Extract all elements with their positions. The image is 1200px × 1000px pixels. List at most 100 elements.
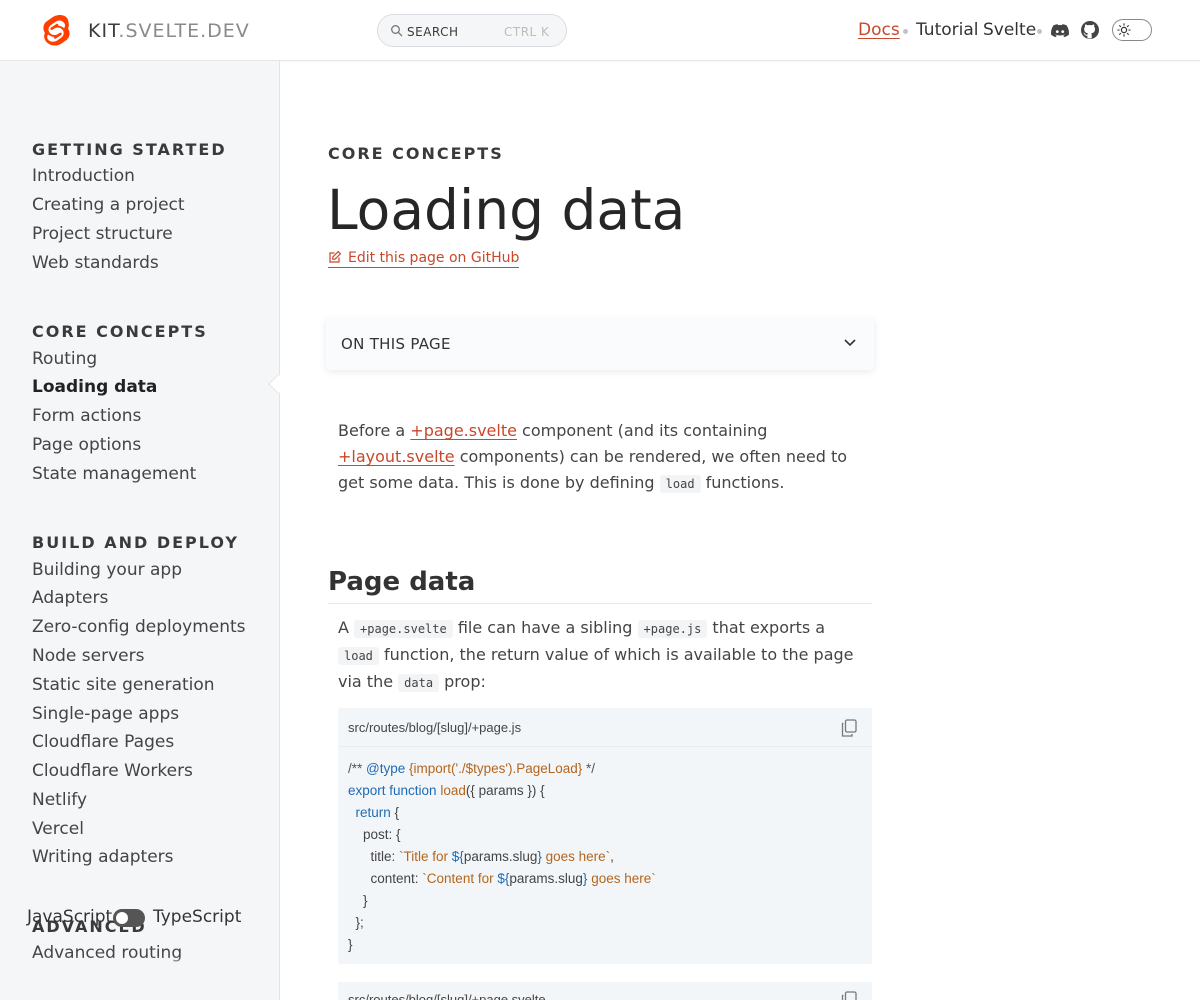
code-token: `Title for xyxy=(399,849,452,864)
code-filename: src/routes/blog/[slug]/+page.svelte xyxy=(348,992,546,1000)
code-token: */ xyxy=(582,761,596,776)
code-token: ${ xyxy=(497,871,510,886)
page-data-paragraph: A +page.svelte file can have a sibling +… xyxy=(338,615,868,696)
sidebar-item-netlify[interactable]: Netlify xyxy=(32,790,87,810)
sidebar-item-cloudflare-pages[interactable]: Cloudflare Pages xyxy=(32,732,174,752)
language-javascript-label[interactable]: JavaScript xyxy=(27,907,112,927)
code-token: params.slug xyxy=(509,871,583,886)
theme-toggle[interactable] xyxy=(1112,19,1152,41)
sidebar-item-page-options[interactable]: Page options xyxy=(32,435,141,455)
top-navigation-bar: KIT.SVELTE.DEV SEARCH CTRL K Docs Tutori… xyxy=(0,0,1200,61)
code-token: { xyxy=(390,805,400,820)
sidebar-item-creating-a-project[interactable]: Creating a project xyxy=(32,195,185,215)
code-token: , xyxy=(610,849,614,864)
code-token: @type xyxy=(366,761,406,776)
code-content: /** @type {import('./$types').PageLoad} … xyxy=(348,758,656,956)
code-token: return xyxy=(348,805,391,820)
sun-icon xyxy=(1117,23,1131,37)
svelte-logo-icon[interactable] xyxy=(42,14,72,48)
code-token: } xyxy=(348,893,368,908)
search-icon xyxy=(391,25,403,37)
sidebar-item-node-servers[interactable]: Node servers xyxy=(32,646,144,666)
page-title: Loading data xyxy=(327,178,686,242)
github-icon[interactable] xyxy=(1080,20,1100,40)
discord-icon[interactable] xyxy=(1050,21,1070,41)
edit-icon xyxy=(329,250,342,263)
copy-icon[interactable] xyxy=(841,719,857,737)
language-typescript-label[interactable]: TypeScript xyxy=(153,907,241,927)
code-token: load xyxy=(436,783,466,798)
sidebar-section-title: BUILD AND DEPLOY xyxy=(32,533,239,552)
sidebar-item-project-structure[interactable]: Project structure xyxy=(32,224,173,244)
code-token: {import('./$types').PageLoad} xyxy=(405,761,583,776)
sidebar-item-introduction[interactable]: Introduction xyxy=(32,166,135,186)
copy-icon[interactable] xyxy=(841,991,857,1000)
on-this-page-label: ON THIS PAGE xyxy=(341,335,451,353)
sidebar-item-loading-data[interactable]: Loading data xyxy=(32,377,157,397)
sidebar-section-title: GETTING STARTED xyxy=(32,140,227,159)
sidebar-item-form-actions[interactable]: Form actions xyxy=(32,406,141,426)
sidebar-item-cloudflare-workers[interactable]: Cloudflare Workers xyxy=(32,761,193,781)
text: prop: xyxy=(439,672,486,691)
sidebar-item-routing[interactable]: Routing xyxy=(32,349,97,369)
code-token: post: { xyxy=(348,827,401,842)
docs-sidebar: GETTING STARTED Introduction Creating a … xyxy=(0,61,280,1000)
code-token: } xyxy=(348,937,353,952)
inline-code: load xyxy=(659,475,701,493)
nav-docs[interactable]: Docs xyxy=(858,20,900,40)
edit-link-text: Edit this page on GitHub xyxy=(348,250,520,266)
code-header-divider xyxy=(338,746,872,747)
nav-separator xyxy=(903,29,908,34)
text: that exports a xyxy=(707,618,826,637)
toggle-knob xyxy=(116,912,128,924)
intro-paragraph: Before a +page.svelte component (and its… xyxy=(338,418,868,497)
code-filename: src/routes/blog/[slug]/+page.js xyxy=(348,720,522,735)
page-svelte-link[interactable]: +page.svelte xyxy=(410,421,517,440)
edit-on-github-link[interactable]: Edit this page on GitHub xyxy=(328,250,520,268)
layout-svelte-link[interactable]: +layout.svelte xyxy=(338,447,455,466)
sidebar-item-zero-config-deployments[interactable]: Zero-config deployments xyxy=(32,617,246,637)
sidebar-item-building-your-app[interactable]: Building your app xyxy=(32,560,182,580)
sidebar-item-vercel[interactable]: Vercel xyxy=(32,819,84,839)
search-shortcut: CTRL K xyxy=(504,25,550,39)
sidebar-item-static-site-generation[interactable]: Static site generation xyxy=(32,675,215,695)
search-label: SEARCH xyxy=(407,25,459,39)
code-token: export function xyxy=(348,783,437,798)
text: functions. xyxy=(700,473,785,492)
inline-code: load xyxy=(338,647,379,665)
brand-main-text: KIT xyxy=(88,20,119,42)
nav-separator xyxy=(1037,29,1042,34)
code-token: ${ xyxy=(451,849,464,864)
sidebar-item-writing-adapters[interactable]: Writing adapters xyxy=(32,847,174,867)
inline-code: +page.js xyxy=(637,620,708,638)
code-token: ({ params }) { xyxy=(465,783,545,798)
inline-code: +page.svelte xyxy=(354,620,453,638)
search-box[interactable]: SEARCH CTRL K xyxy=(377,14,567,47)
text: Before a xyxy=(338,421,411,440)
sidebar-item-adapters[interactable]: Adapters xyxy=(32,588,108,608)
language-switcher xyxy=(0,956,279,1000)
code-token: goes here` xyxy=(541,849,611,864)
sidebar-item-state-management[interactable]: State management xyxy=(32,464,196,484)
sidebar-item-web-standards[interactable]: Web standards xyxy=(32,253,159,273)
code-token: title: xyxy=(348,849,400,864)
text: file can have a sibling xyxy=(452,618,638,637)
text: component (and its containing xyxy=(516,421,768,440)
code-block: src/routes/blog/[slug]/+page.js /** @typ… xyxy=(338,708,872,964)
language-toggle[interactable] xyxy=(113,909,145,927)
inline-code: data xyxy=(398,674,440,692)
on-this-page-dropdown[interactable]: ON THIS PAGE xyxy=(326,318,874,370)
sidebar-item-single-page-apps[interactable]: Single-page apps xyxy=(32,704,179,724)
nav-tutorial[interactable]: Tutorial xyxy=(916,20,979,40)
sidebar-section-title: CORE CONCEPTS xyxy=(32,322,208,341)
page-category: CORE CONCEPTS xyxy=(328,144,504,163)
code-token: /** xyxy=(348,761,367,776)
code-token: }; xyxy=(348,915,364,930)
site-brand[interactable]: KIT.SVELTE.DEV xyxy=(88,20,250,42)
chevron-down-icon xyxy=(844,339,856,347)
code-block: src/routes/blog/[slug]/+page.svelte xyxy=(338,982,872,1000)
code-token: params.slug xyxy=(463,849,538,864)
code-token: goes here` xyxy=(587,871,656,886)
section-heading-page-data[interactable]: Page data xyxy=(328,567,872,604)
nav-svelte[interactable]: Svelte xyxy=(983,20,1036,40)
